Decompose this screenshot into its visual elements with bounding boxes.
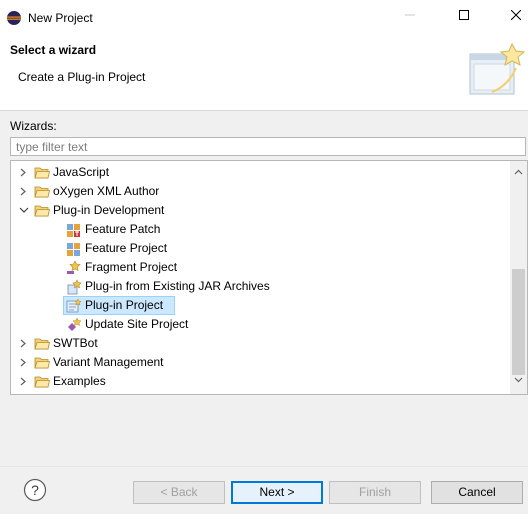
svg-text:?: ? xyxy=(31,482,39,498)
folder-icon xyxy=(34,376,50,388)
tree-item-label: Plug-in Development xyxy=(53,203,165,217)
chevron-down-icon[interactable] xyxy=(18,201,30,220)
scrollbar-thumb[interactable] xyxy=(512,269,525,375)
minimize-button[interactable] xyxy=(387,0,433,30)
filter-input[interactable] xyxy=(10,137,526,156)
chevron-right-icon[interactable] xyxy=(18,372,30,391)
tree-item-feature-project[interactable]: Feature Project xyxy=(11,239,511,258)
scroll-up-icon[interactable] xyxy=(514,169,523,175)
eclipse-icon xyxy=(7,11,21,25)
close-icon xyxy=(511,10,521,20)
chevron-right-icon[interactable] xyxy=(18,334,30,353)
tree-item-plugin-from-jar[interactable]: Plug-in from Existing JAR Archives xyxy=(11,277,511,296)
wizard-banner: Select a wizard Create a Plug-in Project xyxy=(0,36,528,111)
tree-item-swtbot[interactable]: SWTBot xyxy=(11,334,511,353)
wizard-tree[interactable]: JavaScript oXygen XML Author Plug-in Dev… xyxy=(10,160,528,395)
tree-item-label: Fragment Project xyxy=(85,260,178,274)
banner-description: Create a Plug-in Project xyxy=(18,70,146,84)
chevron-right-icon[interactable] xyxy=(18,182,30,201)
chevron-right-icon[interactable] xyxy=(18,353,30,372)
fragment-project-icon xyxy=(67,260,81,274)
tree-item-examples[interactable]: Examples xyxy=(11,372,511,391)
tree-scrollbar[interactable] xyxy=(510,161,527,394)
update-site-project-icon xyxy=(68,317,82,331)
tree-item-update-site-project[interactable]: Update Site Project xyxy=(11,315,511,334)
tree-item-oxygen-xml-author[interactable]: oXygen XML Author xyxy=(11,182,511,201)
tree-item-label: Feature Patch xyxy=(85,222,161,236)
folder-open-icon xyxy=(34,205,50,217)
folder-icon xyxy=(34,357,50,369)
tree-item-label: oXygen XML Author xyxy=(53,184,160,198)
tree-item-label: Update Site Project xyxy=(85,317,189,331)
wizard-banner-icon xyxy=(469,42,526,95)
chevron-right-icon[interactable] xyxy=(18,163,30,182)
folder-icon xyxy=(34,338,50,350)
folder-icon xyxy=(34,186,50,198)
plugin-from-jar-icon xyxy=(67,279,82,295)
folder-icon xyxy=(34,167,50,179)
help-icon[interactable]: ? xyxy=(22,477,48,503)
tree-item-plugin-development[interactable]: Plug-in Development xyxy=(11,201,511,220)
scroll-down-icon[interactable] xyxy=(514,377,523,383)
tree-item-label: Plug-in Project xyxy=(85,298,164,312)
title-bar: New Project xyxy=(0,0,528,36)
tree-item-label: Plug-in from Existing JAR Archives xyxy=(85,279,270,293)
footer-divider xyxy=(0,466,528,467)
feature-project-icon xyxy=(67,243,80,256)
maximize-button[interactable] xyxy=(441,0,487,30)
back-button[interactable]: < Back xyxy=(133,481,225,504)
cancel-button[interactable]: Cancel xyxy=(431,481,523,504)
tree-item-label: SWTBot xyxy=(53,336,98,350)
plugin-project-icon xyxy=(66,298,82,313)
tree-item-plugin-project[interactable]: Plug-in Project xyxy=(11,296,511,315)
tree-item-label: Variant Management xyxy=(53,355,164,369)
next-button[interactable]: Next > xyxy=(231,481,323,504)
minimize-icon xyxy=(405,14,415,16)
maximize-icon xyxy=(459,10,469,20)
finish-button[interactable]: Finish xyxy=(329,481,421,504)
tree-item-label: Feature Project xyxy=(85,241,168,255)
banner-title: Select a wizard xyxy=(10,43,97,57)
tree-item-label: JavaScript xyxy=(53,165,110,179)
tree-item-feature-patch[interactable]: Feature Patch xyxy=(11,220,511,239)
tree-item-label: Examples xyxy=(53,374,106,388)
wizard-tree-list: JavaScript oXygen XML Author Plug-in Dev… xyxy=(11,163,511,391)
window-title: New Project xyxy=(28,11,93,25)
tree-item-fragment-project[interactable]: Fragment Project xyxy=(11,258,511,277)
feature-patch-icon xyxy=(67,224,80,237)
wizards-label: Wizards: xyxy=(10,119,57,133)
close-button[interactable] xyxy=(493,0,528,30)
tree-item-variant-management[interactable]: Variant Management xyxy=(11,353,511,372)
tree-item-javascript[interactable]: JavaScript xyxy=(11,163,511,182)
